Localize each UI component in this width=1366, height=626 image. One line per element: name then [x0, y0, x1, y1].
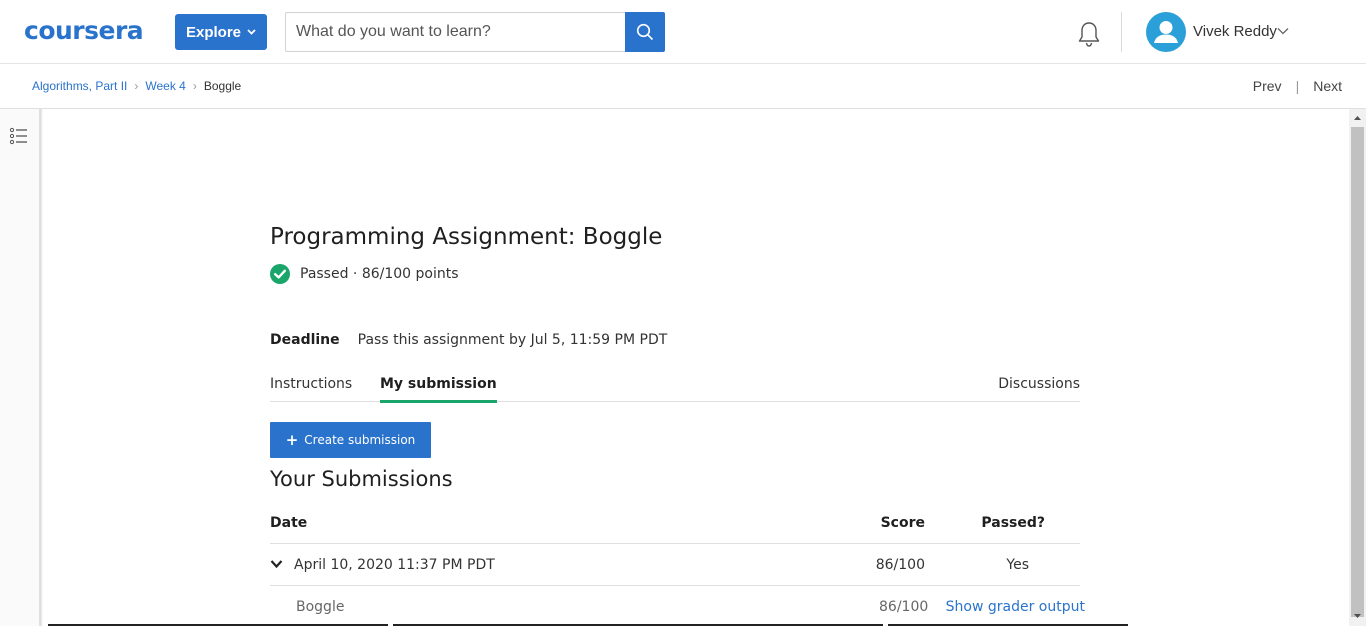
part-name: Boggle — [296, 599, 345, 615]
page-title: Programming Assignment: Boggle — [270, 224, 663, 250]
column-date: Date — [270, 515, 308, 531]
check-circle-icon — [270, 264, 290, 284]
scroll-up-arrow-icon[interactable] — [1349, 111, 1366, 125]
vertical-scrollbar[interactable] — [1349, 109, 1366, 626]
submissions-heading: Your Submissions — [270, 467, 453, 491]
bottom-edge — [43, 622, 1349, 626]
plus-icon: + — [285, 430, 299, 449]
breadcrumb-item-week[interactable]: Week 4 — [145, 79, 185, 93]
assignment-tabs: Instructions My submission Discussions — [270, 370, 1080, 403]
nav-separator: | — [1295, 78, 1300, 94]
deadline-text: Pass this assignment by Jul 5, 11:59 PM … — [357, 332, 668, 348]
chevron-down-icon[interactable] — [270, 559, 283, 569]
deadline-label: Deadline — [270, 332, 340, 348]
submission-passed: Yes — [1006, 557, 1029, 573]
prev-next-nav: Prev | Next — [1253, 78, 1342, 94]
create-submission-label: Create submission — [304, 433, 416, 447]
status-text: Passed · 86/100 points — [300, 266, 459, 282]
breadcrumb-current: Boggle — [203, 79, 242, 93]
chevron-right-icon: › — [192, 79, 197, 93]
search-button[interactable] — [625, 12, 665, 52]
show-grader-output-link[interactable]: Show grader output — [946, 599, 1085, 615]
table-row[interactable]: April 10, 2020 11:37 PM PDT 86/100 Yes — [270, 544, 1080, 586]
column-passed: Passed? — [981, 515, 1045, 531]
submission-date: April 10, 2020 11:37 PM PDT — [294, 557, 495, 573]
column-score: Score — [880, 515, 925, 531]
breadcrumb-item-course[interactable]: Algorithms, Part II — [32, 79, 127, 93]
course-nav-rail — [0, 109, 40, 626]
breadcrumb: Algorithms, Part II › Week 4 › Boggle — [32, 79, 241, 93]
part-score: 86/100 — [879, 599, 929, 615]
breadcrumb-bar: Algorithms, Part II › Week 4 › Boggle Pr… — [0, 64, 1366, 109]
prev-link[interactable]: Prev — [1253, 78, 1282, 94]
tab-instructions[interactable]: Instructions — [270, 376, 352, 400]
list-icon[interactable] — [9, 127, 29, 145]
coursera-logo[interactable]: coursera — [24, 16, 144, 46]
submission-part-row: Boggle 86/100 Show grader output — [270, 586, 1085, 626]
rail-shadow — [40, 109, 43, 626]
header-divider — [1121, 12, 1122, 52]
user-name[interactable]: Vivek Reddy — [1193, 23, 1277, 40]
search-icon — [636, 23, 654, 41]
submission-score: 86/100 — [875, 557, 925, 573]
scrollbar-thumb[interactable] — [1351, 127, 1364, 617]
tab-discussions[interactable]: Discussions — [998, 376, 1080, 400]
search-input[interactable] — [285, 12, 625, 52]
chevron-right-icon: › — [134, 79, 139, 93]
next-link[interactable]: Next — [1313, 78, 1342, 94]
status-line: Passed · 86/100 points — [270, 264, 459, 284]
tab-my-submission[interactable]: My submission — [380, 376, 497, 403]
submissions-table-header: Date Score Passed? — [270, 514, 1080, 544]
scroll-down-arrow-icon[interactable] — [1349, 609, 1366, 623]
bell-icon[interactable] — [1076, 20, 1102, 48]
search-bar — [285, 12, 665, 52]
top-header: coursera Explore Vivek Reddy — [0, 0, 1366, 64]
user-avatar-icon[interactable] — [1146, 12, 1186, 52]
deadline-row: Deadline Pass this assignment by Jul 5, … — [270, 332, 667, 348]
explore-button[interactable]: Explore — [175, 14, 267, 50]
create-submission-button[interactable]: + Create submission — [270, 422, 431, 458]
chevron-down-icon[interactable] — [1277, 26, 1289, 36]
chevron-down-icon — [247, 29, 256, 35]
explore-label: Explore — [185, 23, 242, 41]
